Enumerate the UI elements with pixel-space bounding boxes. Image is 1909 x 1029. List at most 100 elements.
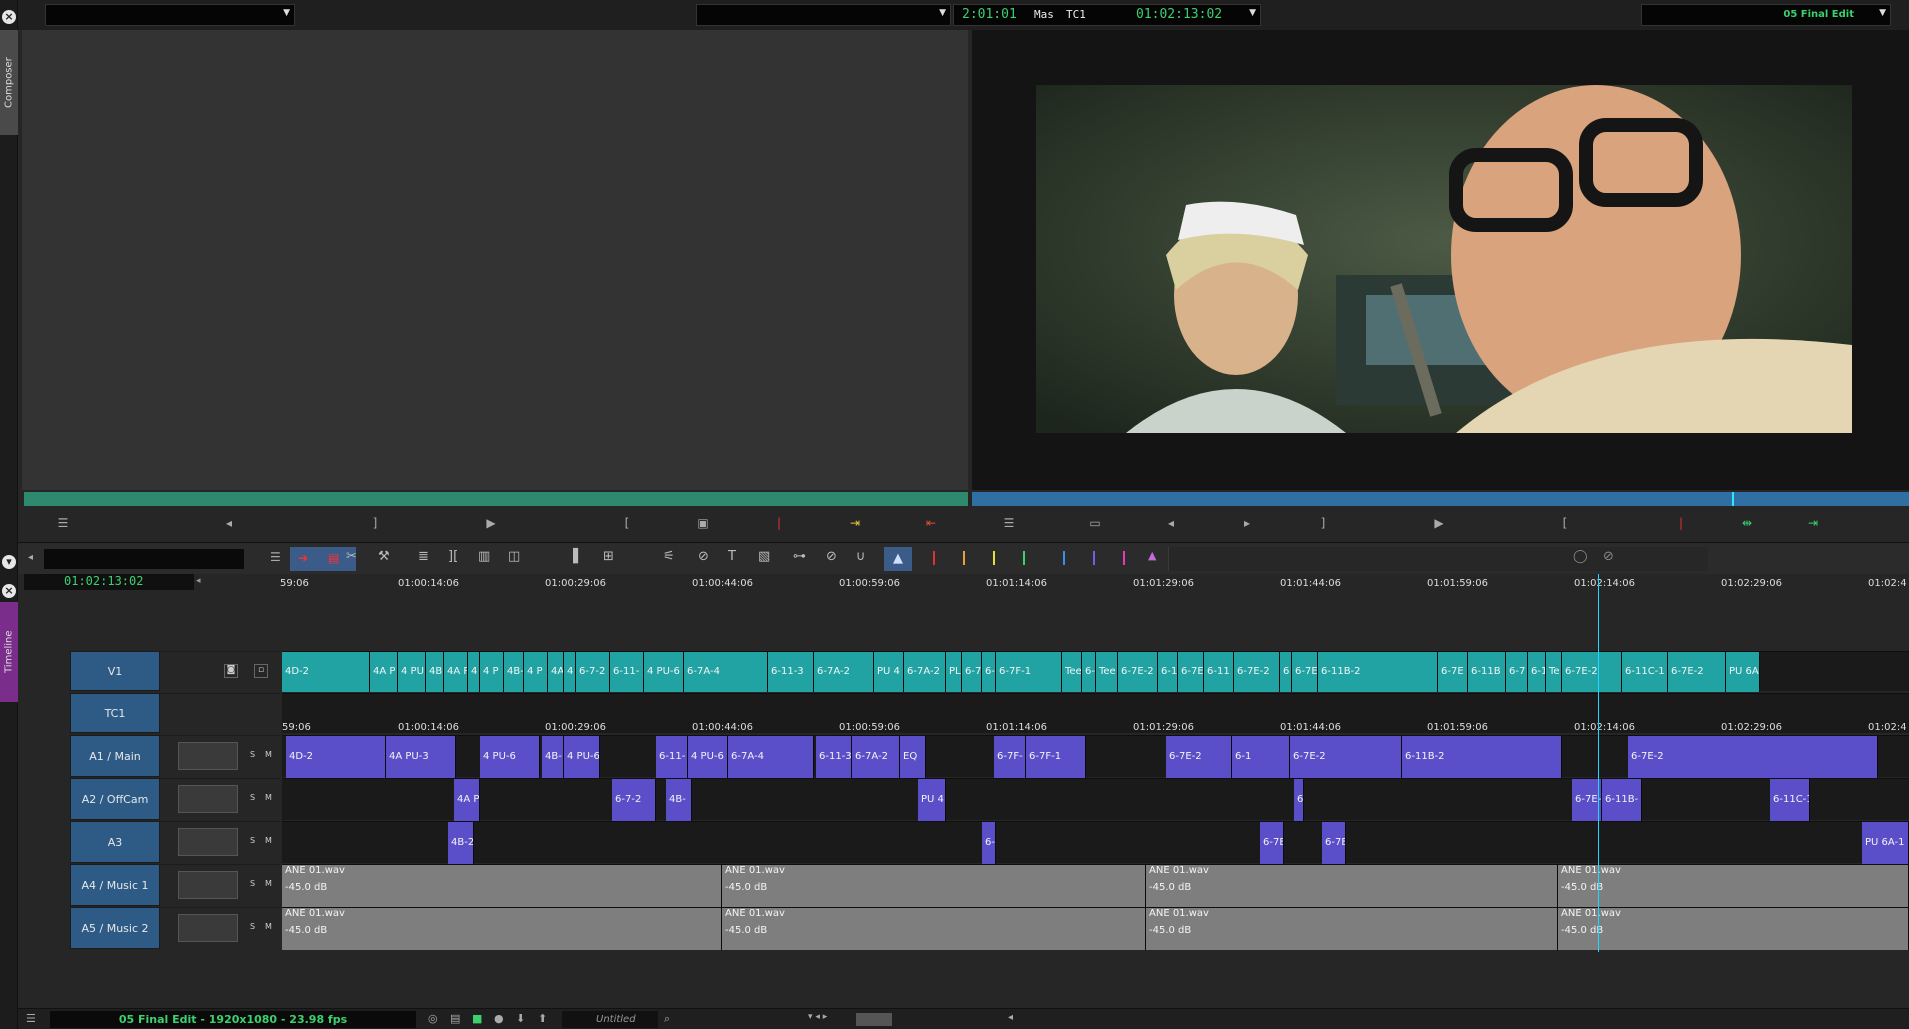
bin-menu-icon[interactable]: ☰ <box>996 512 1022 534</box>
position-indicator[interactable] <box>1732 492 1734 506</box>
timeline-clip[interactable]: 4 PU-6 <box>688 736 728 778</box>
match-frame-icon[interactable]: ▐ <box>568 549 578 564</box>
timeline-clip[interactable]: 4A <box>548 652 564 692</box>
download-icon[interactable]: ⬇ <box>516 1012 525 1025</box>
timecode-ruler[interactable]: 59:06 01:00:14:06 01:00:29:06 01:00:44:0… <box>280 574 1909 594</box>
timeline-clip[interactable]: 6-7E-2 <box>1562 652 1622 692</box>
slip-icon[interactable]: ⚒ <box>378 549 390 564</box>
source-monitor[interactable] <box>22 30 968 490</box>
timeline-search-field[interactable] <box>44 549 244 569</box>
timeline-clip[interactable]: PU 6A-1 <box>1862 822 1909 864</box>
music-clip[interactable]: ANE 01.wav -45.0 dB <box>1558 908 1909 950</box>
audio-meter-icon[interactable] <box>178 785 238 813</box>
render-icon[interactable]: ⊞ <box>603 549 614 564</box>
timeline-clip[interactable]: 4 <box>468 652 480 692</box>
timeline-clip[interactable]: 6-7 <box>1506 652 1528 692</box>
mute-button[interactable]: M <box>265 793 272 802</box>
timeline-clip[interactable]: 6- <box>1082 652 1096 692</box>
mark-out-icon[interactable]: ] <box>1310 512 1336 534</box>
mute-button[interactable]: M <box>265 750 272 759</box>
timeline-clip[interactable]: 6-7 <box>962 652 982 692</box>
timeline-clip[interactable]: 6-1 <box>1528 652 1546 692</box>
timeline-clip[interactable]: 4 <box>564 652 576 692</box>
bin-menu-icon[interactable]: ☰ <box>50 512 76 534</box>
composer-tab[interactable]: Composer <box>0 30 18 135</box>
timeline-clip[interactable]: 6-7E <box>1260 822 1284 864</box>
marker-icon[interactable]: | <box>766 512 792 534</box>
lift-icon[interactable]: ⇹ <box>1734 512 1760 534</box>
music-clip[interactable]: ANE 01.wav -45.0 dB <box>1146 865 1558 907</box>
timeline-clip[interactable]: 4 PU-6 <box>480 736 540 778</box>
timeline-clip[interactable]: 6-7-2 <box>576 652 610 692</box>
close-timeline-icon[interactable]: × <box>2 584 16 598</box>
solo-button[interactable]: S <box>250 836 255 845</box>
play-icon[interactable]: ▶ <box>478 512 504 534</box>
timeline-clip[interactable]: 6-7E-2 <box>1290 736 1402 778</box>
extract-splice-icon[interactable]: ▤ <box>328 551 339 565</box>
blue-marker-icon[interactable] <box>1063 551 1065 565</box>
orange-marker-icon[interactable] <box>963 551 965 565</box>
disable-icon[interactable]: ⊘ <box>826 549 837 564</box>
timeline-clip[interactable]: 6-7E-2 <box>1118 652 1158 692</box>
track-header-tc1[interactable]: TC1 <box>70 693 160 733</box>
a2-lane[interactable]: 4A P6-7-24B-PU 46-6-7E-26-11B-6-11C-1 <box>282 778 1909 821</box>
timeline-clip[interactable]: 6-11C-1 <box>1622 652 1668 692</box>
link-icon[interactable]: ⊶ <box>793 549 806 564</box>
timeline-clip[interactable]: 4A P <box>454 779 480 821</box>
timeline-clip[interactable]: 6-11- <box>656 736 688 778</box>
timeline-clip[interactable]: 6-11 <box>1204 652 1234 692</box>
close-composer-icon[interactable]: × <box>2 10 16 24</box>
red-marker-icon[interactable] <box>933 551 935 565</box>
effects-icon[interactable]: ⊘ <box>698 549 709 564</box>
timeline-clip[interactable]: 6-7A-4 <box>728 736 814 778</box>
a5-lane[interactable]: ANE 01.wav -45.0 dB ANE 01.wav -45.0 dB … <box>282 907 1909 950</box>
sequence-dropdown[interactable]: 05 Final Edit ▼ <box>1641 4 1891 26</box>
timeline-timecode-box[interactable]: 01:02:13:02 <box>24 574 194 590</box>
green-marker-icon[interactable] <box>1023 551 1025 565</box>
marker-icon[interactable]: | <box>1668 512 1694 534</box>
timeline-clip[interactable]: EQ <box>900 736 926 778</box>
waveform-icon[interactable]: ∪ <box>856 549 866 564</box>
collapse-timeline-icon[interactable]: ▾ <box>2 555 16 569</box>
timeline-clip[interactable]: PU 4 <box>918 779 946 821</box>
solo-button[interactable]: S <box>250 922 255 931</box>
scroll-left-icon[interactable]: ◂ <box>1008 1012 1013 1023</box>
timeline-clip[interactable]: Tee <box>1096 652 1118 692</box>
timeline-clip[interactable]: 6-11B- <box>1602 779 1642 821</box>
timeline-clip[interactable]: Tee <box>1062 652 1082 692</box>
timeline-clip[interactable]: 6-7E <box>1178 652 1204 692</box>
timeline-clip[interactable]: 6-7-2 <box>612 779 656 821</box>
timeline-tab[interactable]: Timeline <box>0 602 18 702</box>
record-position-bar[interactable] <box>972 492 1909 506</box>
step-back-icon[interactable]: ◂ <box>216 512 242 534</box>
timeline-clip[interactable]: 6-11- <box>610 652 644 692</box>
settings-icon[interactable]: ◎ <box>428 1012 438 1025</box>
timeline-clip[interactable]: 6-1 <box>982 652 996 692</box>
magenta-marker-icon[interactable]: ▲ <box>1148 549 1156 562</box>
timeline-clip[interactable]: 6-7E-2 <box>1234 652 1280 692</box>
timeline-clip[interactable]: 6-7A-2 <box>852 736 900 778</box>
timeline-clip[interactable]: 4 P <box>524 652 548 692</box>
timeline-clip[interactable]: PU 6A <box>1726 652 1760 692</box>
timeline-clip[interactable]: 6-7A-4 <box>684 652 768 692</box>
audio-meter-icon[interactable] <box>178 871 238 899</box>
timeline-clip[interactable]: 6-7A-2 <box>814 652 874 692</box>
track-header-a1[interactable]: A1 / Main <box>70 735 160 777</box>
timeline-clip[interactable]: 4D-2 <box>286 736 386 778</box>
timeline-clip[interactable]: 4B <box>426 652 444 692</box>
no-video-icon[interactable]: ⊘ <box>1603 549 1614 564</box>
ruler-scroll-left-icon[interactable]: ◂ <box>196 576 201 586</box>
timeline-clip[interactable]: 4B- <box>666 779 692 821</box>
timeline-clip[interactable]: 4 PU-6 <box>564 736 600 778</box>
timeline-clip[interactable]: 4B- <box>542 736 564 778</box>
timeline-clip[interactable]: Te <box>1546 652 1562 692</box>
add-edit-icon[interactable]: ◫ <box>508 549 520 564</box>
snap-icon[interactable]: ▲ <box>884 547 912 571</box>
extract-icon[interactable]: ⇥ <box>1800 512 1826 534</box>
a4-lane[interactable]: ANE 01.wav -45.0 dB ANE 01.wav -45.0 dB … <box>282 864 1909 907</box>
sync-lock-icon[interactable]: ◙ <box>224 664 238 678</box>
tc1-lane[interactable]: 59:06 01:00:14:06 01:00:29:06 01:00:44:0… <box>282 693 1909 733</box>
record-clip-dropdown[interactable]: ▼ <box>696 4 951 26</box>
head-trim-icon[interactable]: ][ <box>448 549 458 564</box>
mark-clip-icon[interactable]: ▣ <box>690 512 716 534</box>
